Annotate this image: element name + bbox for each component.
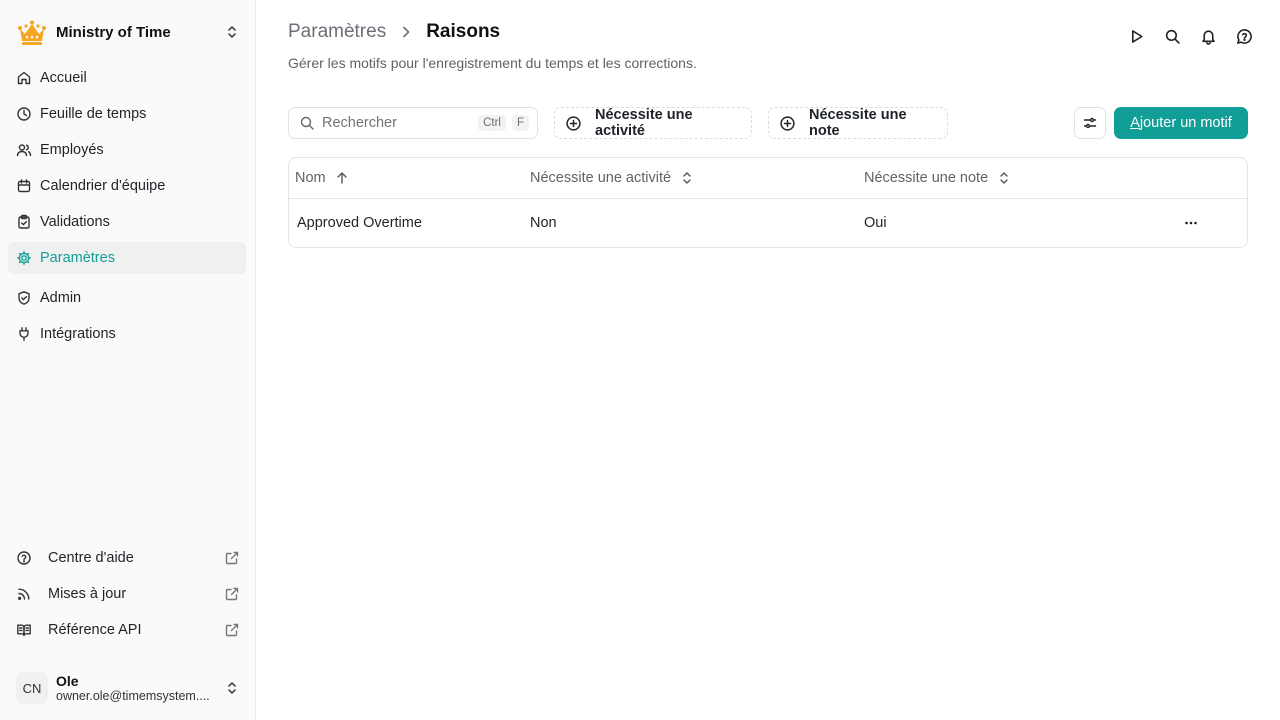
api-reference-label: Référence API — [48, 622, 142, 638]
main-content: Paramètres Raisons Gérer les motifs pour… — [256, 0, 1280, 720]
column-header-name[interactable]: Nom — [289, 170, 530, 186]
plus-circle-icon — [565, 115, 582, 132]
row-actions-button[interactable] — [1179, 211, 1203, 235]
chevrons-up-down-icon — [679, 170, 695, 186]
updates-link[interactable]: Mises à jour — [8, 578, 248, 610]
crown-logo-icon — [16, 16, 48, 48]
sidebar-item-employes[interactable]: Employés — [8, 134, 246, 166]
cell-requires-activity: Non — [530, 215, 557, 231]
breadcrumb-parent[interactable]: Paramètres — [288, 21, 386, 43]
sidebar-item-accueil[interactable]: Accueil — [8, 62, 246, 94]
external-link-icon — [224, 586, 240, 602]
chevrons-up-down-icon — [224, 680, 240, 696]
plug-icon — [16, 326, 32, 342]
bell-icon — [1200, 28, 1217, 45]
help-center-link[interactable]: Centre d'aide — [8, 542, 248, 574]
sidebar-footer-links: Centre d'aide Mises à jour Référence API — [8, 542, 248, 650]
cell-requires-note: Oui — [864, 215, 887, 231]
api-reference-link[interactable]: Référence API — [8, 614, 248, 646]
settings-sliders-icon — [1082, 115, 1098, 131]
sidebar-item-validations[interactable]: Validations — [8, 206, 246, 238]
add-button-accesskey: A — [1130, 115, 1140, 131]
page-subtitle: Gérer les motifs pour l'enregistrement d… — [288, 55, 697, 71]
chevron-right-icon — [398, 24, 414, 40]
kbd-ctrl: Ctrl — [478, 115, 506, 131]
help-circle-icon — [16, 550, 32, 566]
chevrons-up-down-icon — [224, 24, 240, 40]
home-icon — [16, 70, 32, 86]
sidebar-item-label: Employés — [40, 142, 104, 158]
column-header-requires-note[interactable]: Nécessite une note — [864, 170, 1167, 186]
user-name: Ole — [56, 673, 79, 689]
users-icon — [16, 142, 32, 158]
gear-icon — [16, 250, 32, 266]
main-nav: Accueil Feuille de temps Employés Calend… — [8, 62, 246, 354]
table-header: Nom Nécessite une activité Nécessite une… — [289, 158, 1247, 199]
workspace-name: Ministry of Time — [56, 23, 171, 41]
notifications-button[interactable] — [1196, 24, 1220, 48]
arrow-up-icon — [334, 170, 350, 186]
play-button[interactable] — [1124, 24, 1148, 48]
search-icon — [299, 115, 315, 131]
more-horizontal-icon — [1183, 215, 1199, 231]
sidebar-item-parametres[interactable]: Paramètres — [8, 242, 246, 274]
external-link-icon — [224, 550, 240, 566]
view-options-button[interactable] — [1074, 107, 1106, 139]
sidebar-item-label: Paramètres — [40, 250, 115, 266]
user-menu[interactable]: CN Ole owner.ole@timemsystem.... — [8, 664, 248, 712]
sidebar-item-feuille-de-temps[interactable]: Feuille de temps — [8, 98, 246, 130]
sidebar-item-admin[interactable]: Admin — [8, 282, 246, 314]
book-icon — [16, 622, 32, 638]
filter-requires-activity-label: Nécessite une activité — [595, 107, 693, 139]
sidebar-item-label: Calendrier d'équipe — [40, 178, 166, 194]
filter-requires-activity[interactable]: Nécessite une activité — [554, 107, 752, 139]
toolbar: Ctrl F Nécessite une activité Nécessite … — [288, 107, 1248, 139]
external-link-icon — [224, 622, 240, 638]
header-actions — [1112, 24, 1256, 48]
help-chat-button[interactable] — [1232, 24, 1256, 48]
plus-circle-icon — [779, 115, 796, 132]
clock-icon — [16, 106, 32, 122]
calendar-icon — [16, 178, 32, 194]
search-field[interactable]: Ctrl F — [288, 107, 538, 139]
sidebar-item-calendrier[interactable]: Calendrier d'équipe — [8, 170, 246, 202]
sidebar-item-label: Admin — [40, 290, 82, 306]
play-icon — [1128, 28, 1145, 45]
sidebar-item-label: Validations — [40, 214, 110, 230]
column-header-label: Nécessite une activité — [530, 170, 672, 186]
page-title: Raisons — [426, 21, 501, 42]
kbd-f: F — [511, 115, 529, 131]
reasons-table: Nom Nécessite une activité Nécessite une… — [288, 157, 1248, 248]
sidebar: Ministry of Time Accueil Feuille de temp… — [0, 0, 256, 720]
table-row[interactable]: Approved Overtime Non Oui — [289, 199, 1247, 247]
rss-icon — [16, 586, 32, 602]
message-help-icon — [1236, 28, 1253, 45]
add-button-label: jouter un motif — [1139, 115, 1232, 131]
cell-name: Approved Overtime — [297, 215, 422, 231]
user-email: owner.ole@timemsystem.... — [56, 689, 210, 703]
search-button[interactable] — [1160, 24, 1184, 48]
column-header-requires-activity[interactable]: Nécessite une activité — [530, 170, 864, 186]
search-input[interactable] — [322, 115, 473, 131]
filter-requires-note[interactable]: Nécessite une note — [768, 107, 948, 139]
help-center-label: Centre d'aide — [48, 550, 134, 566]
search-icon — [1164, 28, 1181, 45]
add-reason-button[interactable]: Ajouter un motif — [1114, 107, 1248, 139]
updates-label: Mises à jour — [48, 586, 127, 602]
shield-check-icon — [16, 290, 32, 306]
avatar: CN — [16, 672, 48, 704]
user-info: Ole owner.ole@timemsystem.... — [56, 673, 224, 703]
sidebar-item-label: Accueil — [40, 70, 87, 86]
chevrons-up-down-icon — [996, 170, 1012, 186]
column-header-label: Nécessite une note — [864, 170, 989, 186]
sidebar-item-integrations[interactable]: Intégrations — [8, 318, 246, 350]
clipboard-check-icon — [16, 214, 32, 230]
breadcrumb: Paramètres Raisons — [288, 21, 500, 43]
workspace-switcher[interactable]: Ministry of Time — [8, 14, 248, 50]
sidebar-item-label: Feuille de temps — [40, 106, 147, 122]
sidebar-item-label: Intégrations — [40, 326, 116, 342]
column-header-label: Nom — [295, 170, 326, 186]
filter-requires-note-label: Nécessite une note — [809, 107, 907, 139]
